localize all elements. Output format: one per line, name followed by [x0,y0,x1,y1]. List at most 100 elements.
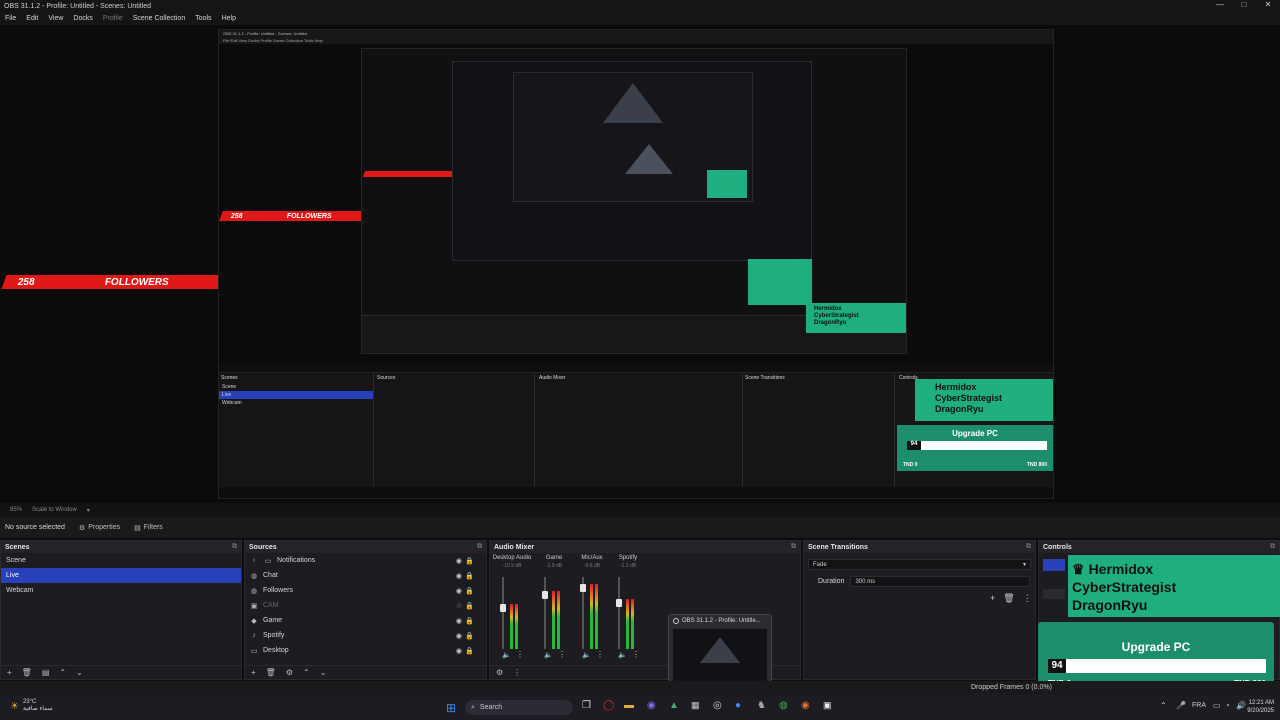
source-cam[interactable]: ▣ CAM ⊘ 🔒 [245,598,486,613]
lock-icon[interactable]: 🔒 [465,572,474,580]
app-icon[interactable]: ▲ [669,700,679,711]
arrow-down-icon[interactable]: ⌄ [320,668,327,677]
more-icon[interactable]: ⋮ [558,650,566,659]
more-icon[interactable]: ⋮ [513,668,521,677]
menu-docks[interactable]: Docks [68,15,97,22]
weather-widget[interactable]: ☀ 23°C سماء صافية [10,699,53,713]
gear-icon[interactable]: ⚙ [286,668,293,677]
filters-button[interactable]: ▤ Filters [134,524,163,532]
volume-knob[interactable] [542,591,548,600]
menu-view[interactable]: View [43,15,68,22]
trash-icon[interactable]: 🗑 [1003,593,1014,604]
mute-icon[interactable]: 🔈 [582,651,591,659]
mute-icon[interactable]: 🔈 [502,651,511,659]
lock-icon[interactable]: 🔒 [465,602,474,610]
source-chat[interactable]: ◍ Chat ◉ 🔒 [245,568,486,583]
undock-icon[interactable]: ⧉ [1026,543,1031,551]
lock-icon[interactable]: 🔒 [465,557,474,565]
lock-icon[interactable]: 🔒 [465,632,474,640]
arrow-up-icon[interactable]: ⌃ [303,668,310,677]
lock-icon[interactable]: 🔒 [465,647,474,655]
arrow-up-icon[interactable]: ⌃ [59,668,66,677]
lock-icon[interactable]: 🔒 [465,617,474,625]
source-game[interactable]: ◆ Game ◉ 🔒 [245,613,486,628]
add-icon[interactable]: + [7,668,12,677]
volume-knob[interactable] [500,604,506,613]
language-indicator[interactable]: FRA [1192,702,1206,709]
opera-icon[interactable]: ◯ [603,700,614,711]
firefox-icon[interactable]: ◉ [801,700,810,711]
menu-scene-collection[interactable]: Scene Collection [128,15,191,22]
obs-taskbar-icon[interactable]: ◎ [713,700,722,711]
more-icon[interactable]: ⋮ [516,650,524,659]
duration-input[interactable]: 300 ms [850,576,1031,587]
volume-knob[interactable] [580,584,586,593]
minimize-button[interactable]: — [1208,0,1232,9]
scene-item-webcam[interactable]: Webcam [1,583,241,598]
clock[interactable]: 12:21 AM 9/20/2025 [1240,699,1274,715]
eye-icon[interactable]: ◉ [456,557,462,565]
undock-icon[interactable]: ⧉ [477,543,482,551]
capcut-icon[interactable]: ▣ [823,700,832,711]
mute-icon[interactable]: 🔈 [618,651,627,659]
more-icon[interactable]: ⋮ [596,650,604,659]
volume-slider[interactable] [618,577,620,649]
eye-icon[interactable]: ◉ [456,572,462,580]
menu-help[interactable]: Help [217,15,241,22]
volume-knob[interactable] [616,598,622,607]
scale-mode[interactable]: Scale to Window [32,507,77,513]
volume-slider[interactable] [544,577,546,649]
gear-icon[interactable]: ⚙ [496,668,503,677]
menu-edit[interactable]: Edit [21,15,43,22]
stream-button[interactable] [1043,559,1065,571]
zoom-level[interactable]: 85% [10,507,22,513]
maximize-button[interactable]: □ [1232,0,1256,9]
source-spotify[interactable]: ♪ Spotify ◉ 🔒 [245,628,486,643]
trash-icon[interactable]: 🗑 [22,668,32,677]
more-icon[interactable]: ⋮ [1023,593,1032,604]
wifi-icon[interactable]: ◔ [1225,701,1230,710]
microphone-icon[interactable]: 🎤 [1176,701,1186,710]
eye-icon[interactable]: ◉ [456,647,462,655]
eye-icon[interactable]: ◉ [456,632,462,640]
monitor-icon[interactable]: ▭ [1213,701,1221,710]
xbox-icon[interactable]: ◍ [779,700,788,711]
windows-start-icon[interactable]: ⊞ [446,701,456,715]
properties-button[interactable]: ⚙ Properties [79,524,120,532]
source-desktop[interactable]: ▭ Desktop ◉ 🔒 [245,643,486,658]
arrow-down-icon[interactable]: ⌄ [76,668,83,677]
scene-item-scene[interactable]: Scene [1,553,241,568]
menu-file[interactable]: File [0,15,21,22]
preview-canvas[interactable]: 258 FOLLOWERS 300 OBS 31.1.2 - Profile: … [0,25,1280,503]
eye-icon[interactable]: ◉ [456,587,462,595]
more-icon[interactable]: ⋮ [632,650,640,659]
calculator-icon[interactable]: ▦ [691,700,700,711]
menu-tools[interactable]: Tools [190,15,216,22]
source-followers[interactable]: ◍ Followers ◉ 🔒 [245,583,486,598]
scene-item-live[interactable]: Live [1,568,241,583]
task-view-icon[interactable]: ❐ [582,700,591,711]
lock-icon[interactable]: 🔒 [465,587,474,595]
close-button[interactable]: ✕ [1256,0,1280,9]
eye-icon[interactable]: ◉ [456,617,462,625]
app-icon-2[interactable]: ♞ [757,700,766,711]
mute-icon[interactable]: 🔈 [544,651,553,659]
menu-profile[interactable]: Profile [98,15,128,22]
taskbar-preview-popup[interactable]: OBS 31.1.2 - Profile: Untitle... [668,614,772,688]
taskbar-search[interactable]: ⌕ Search [465,700,573,715]
undock-icon[interactable]: ⧉ [232,543,237,551]
chevron-down-icon[interactable]: ▾ [87,507,90,514]
expand-arrow-icon[interactable]: › [249,557,259,564]
studio-mode-button[interactable] [1043,589,1065,599]
volume-slider[interactable] [502,577,504,649]
eye-hidden-icon[interactable]: ⊘ [456,602,462,610]
undock-icon[interactable]: ⧉ [1270,543,1275,551]
add-icon[interactable]: + [251,668,256,677]
transition-select[interactable]: Fade ▾ [808,559,1031,570]
discord-icon[interactable]: ◉ [647,700,656,711]
source-notifications[interactable]: › ▭ Notifications ◉ 🔒 [245,553,486,568]
filter-icon[interactable]: ▤ [42,668,50,677]
file-explorer-icon[interactable]: ▬ [624,700,634,711]
add-icon[interactable]: + [990,593,995,604]
chevron-up-icon[interactable]: ⌃ [1160,701,1167,710]
